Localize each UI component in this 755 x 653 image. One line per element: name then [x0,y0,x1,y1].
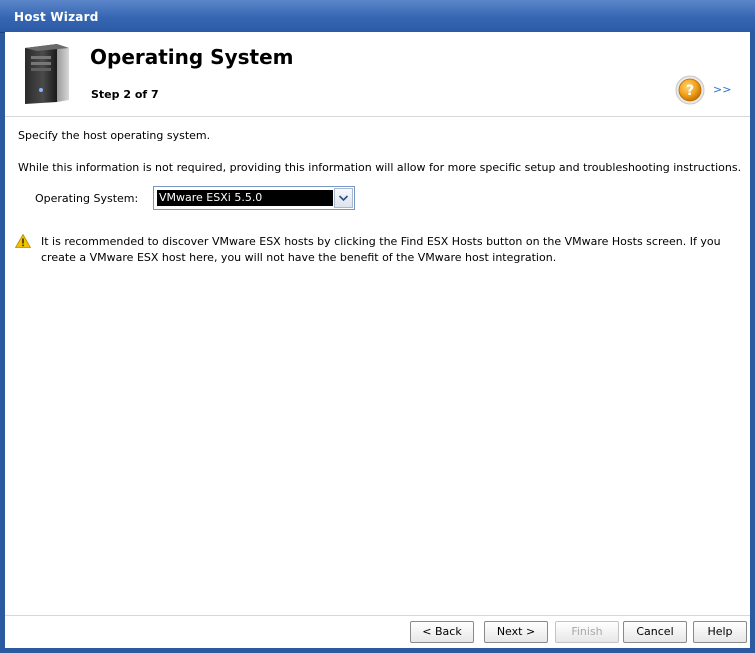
info-text: While this information is not required, … [18,161,742,174]
dropdown-arrow-button[interactable] [334,188,353,208]
window-title: Host Wizard [14,10,99,24]
window-bottom-border [0,648,755,653]
step-indicator: Step 2 of 7 [91,88,159,101]
svg-text:?: ? [686,83,694,99]
wizard-header: Operating System Step 2 of 7 ? >> [5,32,750,117]
page-title: Operating System [90,45,294,69]
back-button[interactable]: < Back [410,621,474,643]
operating-system-selected-value[interactable]: VMware ESXi 5.5.0 [157,190,333,206]
finish-button[interactable]: Finish [555,621,619,643]
wizard-footer: < Back Next > Finish Cancel Help [5,615,750,649]
wizard-client-area: Operating System Step 2 of 7 ? >> Specif… [5,32,750,649]
next-button[interactable]: Next > [484,621,548,643]
help-question-icon[interactable]: ? [675,75,705,105]
warning-triangle-icon [15,234,31,248]
warning-message: It is recommended to discover VMware ESX… [41,235,721,264]
window-right-border [750,32,755,653]
operating-system-label: Operating System: [35,192,139,205]
help-button[interactable]: Help [693,621,747,643]
server-tower-icon [25,44,69,104]
chevron-down-icon [338,195,349,202]
host-wizard-window: Host Wizard Operating System Step 2 of 7… [0,0,755,653]
intro-text: Specify the host operating system. [18,129,211,142]
operating-system-select[interactable]: VMware ESXi 5.5.0 [153,186,355,210]
window-titlebar[interactable]: Host Wizard [0,0,755,33]
expand-header-link[interactable]: >> [713,83,731,96]
cancel-button[interactable]: Cancel [623,621,687,643]
